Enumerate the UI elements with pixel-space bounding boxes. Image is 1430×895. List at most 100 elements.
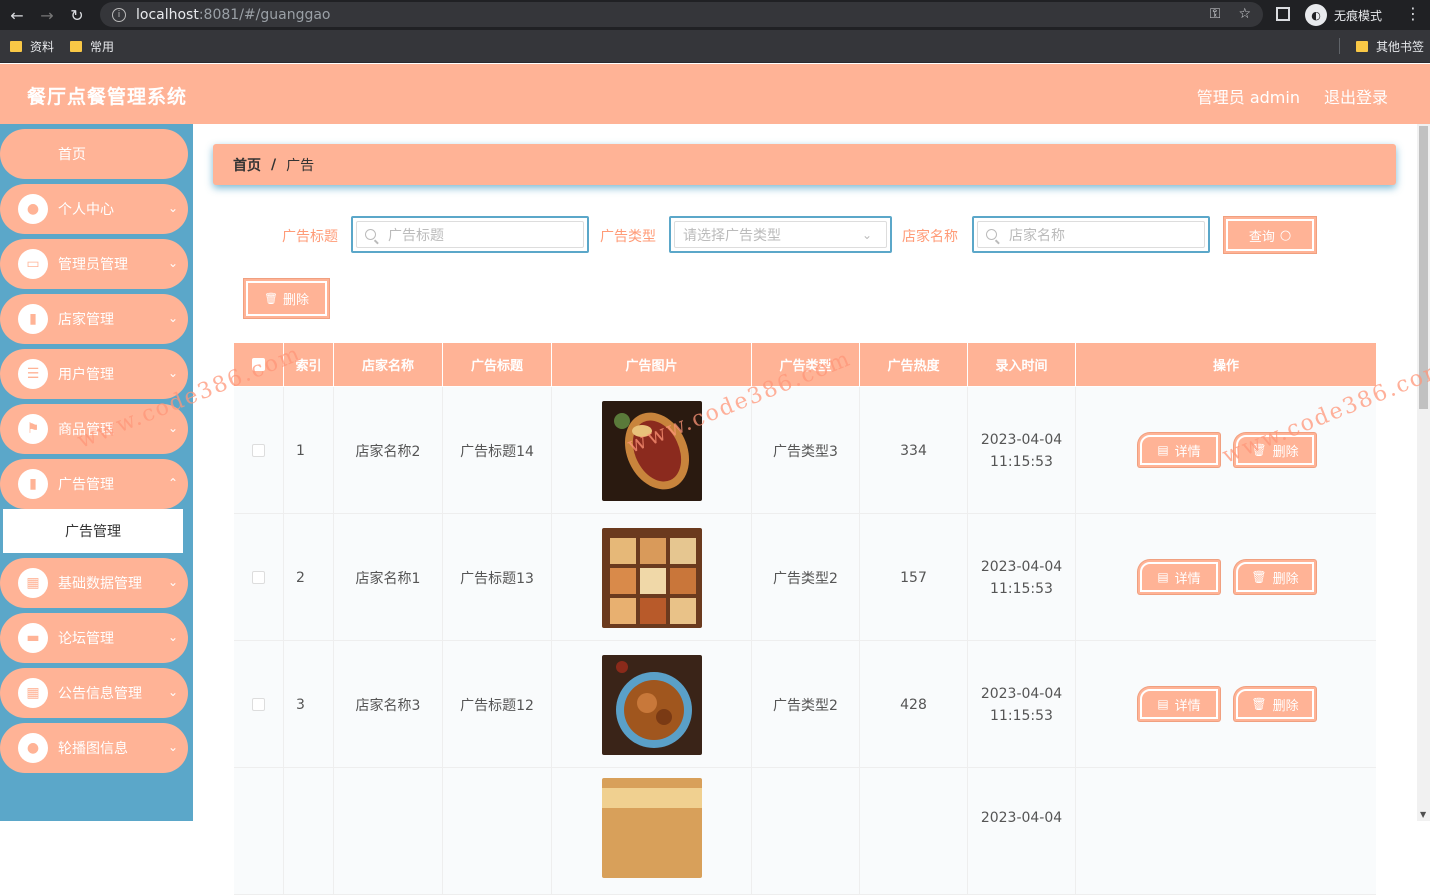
delete-button[interactable]: 🗑 删除 bbox=[1234, 560, 1316, 594]
document-icon: ▤ bbox=[1157, 697, 1169, 711]
clipboard-icon: ▮ bbox=[18, 304, 48, 334]
logout-link[interactable]: 退出登录 bbox=[1324, 84, 1388, 108]
title-cell: 广告标题14 bbox=[443, 387, 552, 514]
key-icon[interactable]: ⚿ bbox=[1210, 6, 1221, 22]
heat-cell: 157 bbox=[860, 514, 968, 641]
title-cell bbox=[443, 768, 552, 895]
sidebar-item-home[interactable]: 首页 bbox=[0, 129, 188, 179]
column-header: 广告类型 bbox=[752, 343, 860, 386]
ad-image bbox=[601, 654, 702, 755]
other-bookmarks[interactable]: 其他书签 bbox=[1355, 38, 1424, 55]
shop-label: 店家名称 bbox=[902, 229, 958, 245]
type-select[interactable]: 请选择广告类型 ⌄ bbox=[669, 216, 892, 253]
shop-search-input[interactable]: 店家名称 bbox=[972, 216, 1210, 253]
chevron-down-icon: ⌄ bbox=[167, 575, 178, 589]
row-checkbox[interactable] bbox=[252, 444, 265, 457]
trash-icon: 🗑 bbox=[1251, 443, 1267, 457]
table-header: 索引 店家名称 广告标题 广告图片 广告类型 广告热度 录入时间 操作 bbox=[234, 343, 1376, 386]
sidebar-item-forum[interactable]: ▬ 论坛管理 ⌄ bbox=[0, 613, 188, 663]
scrollbar-thumb[interactable] bbox=[1419, 126, 1428, 409]
star-icon[interactable]: ☆ bbox=[1238, 6, 1251, 22]
chevron-down-icon: ⌄ bbox=[167, 740, 178, 754]
sidebar-item-carousel[interactable]: ● 轮播图信息 ⌄ bbox=[0, 723, 188, 773]
time-cell: 2023-04-04 11:15:53 bbox=[968, 514, 1076, 641]
index-cell: 2 bbox=[284, 514, 334, 641]
folder-icon bbox=[70, 40, 83, 52]
briefcase-icon: ▬ bbox=[18, 623, 48, 653]
sidebar-item-shops[interactable]: ▮ 店家管理 ⌄ bbox=[0, 294, 188, 344]
breadcrumb-home[interactable]: 首页 bbox=[233, 155, 261, 175]
chevron-down-icon: ⌄ bbox=[167, 256, 178, 270]
time-cell: 2023-04-04 bbox=[968, 768, 1076, 895]
address-bar[interactable]: i localhost:8081/#/guanggao ⚿ ☆ bbox=[100, 2, 1263, 27]
ad-image bbox=[601, 778, 702, 878]
select-all-checkbox[interactable] bbox=[252, 358, 265, 371]
column-header: 操作 bbox=[1212, 359, 1239, 374]
back-icon[interactable]: ← bbox=[4, 2, 30, 28]
column-header: 店家名称 bbox=[334, 343, 443, 386]
title-cell: 广告标题13 bbox=[443, 514, 552, 641]
title-label: 广告标题 bbox=[282, 229, 338, 245]
monitor-icon: ▭ bbox=[18, 249, 48, 279]
page-scrollbar[interactable]: ▼ bbox=[1417, 124, 1430, 821]
table-row: 2023-04-04 bbox=[234, 768, 1376, 895]
ad-image bbox=[601, 527, 702, 628]
actions-cell: ▤ 详情 🗑 删除 bbox=[1076, 514, 1376, 641]
sidebar-item-goods[interactable]: ⚑ 商品管理 ⌄ bbox=[0, 404, 188, 454]
sidebar-item-users[interactable]: ☰ 用户管理 ⌄ bbox=[0, 349, 188, 399]
incognito-icon: ◐ bbox=[1305, 4, 1327, 26]
detail-button[interactable]: ▤ 详情 bbox=[1138, 687, 1220, 721]
heat-cell: 334 bbox=[860, 387, 968, 514]
row-select-cell bbox=[234, 387, 284, 514]
scroll-down-icon[interactable]: ▼ bbox=[1420, 810, 1426, 819]
url-path: :8081/#/guanggao bbox=[198, 6, 331, 23]
chevron-up-icon: ⌃ bbox=[167, 476, 178, 490]
info-icon[interactable]: i bbox=[112, 7, 126, 22]
bookmark-folder[interactable]: 常用 bbox=[70, 38, 114, 55]
bookmark-folder[interactable]: 资料 bbox=[10, 38, 54, 55]
trash-icon: 🗑 bbox=[1251, 697, 1267, 711]
type-cell: 广告类型2 bbox=[752, 641, 860, 768]
sidebar-item-base-data[interactable]: ▦ 基础数据管理 ⌄ bbox=[0, 558, 188, 608]
type-label: 广告类型 bbox=[600, 229, 656, 245]
delete-button[interactable]: 🗑 删除 bbox=[1234, 433, 1316, 467]
detail-button[interactable]: ▤ 详情 bbox=[1138, 433, 1220, 467]
column-header: 广告图片 bbox=[552, 343, 752, 386]
sidebar-item-profile[interactable]: ● 个人中心 ⌄ bbox=[0, 184, 188, 234]
batch-delete-button[interactable]: 🗑 删除 bbox=[244, 279, 329, 318]
url-host: localhost bbox=[136, 6, 199, 23]
folder-icon bbox=[10, 40, 22, 52]
row-select-cell bbox=[234, 514, 284, 641]
title-search-input[interactable]: 广告标题 bbox=[351, 216, 589, 253]
time-cell: 2023-04-04 11:15:53 bbox=[968, 387, 1076, 514]
ad-image bbox=[601, 400, 702, 501]
side-panel-icon[interactable] bbox=[1276, 7, 1290, 21]
sidebar-item-notices[interactable]: ▦ 公告信息管理 ⌄ bbox=[0, 668, 188, 718]
breadcrumb: 首页 / 广告 bbox=[213, 144, 1396, 185]
sidebar: 首页 ● 个人中心 ⌄ ▭ 管理员管理 ⌄ ▮ 店家管理 ⌄ ☰ 用户管理 ⌄ ⚑ 商品管理 ⌄ ▮… bbox=[0, 124, 193, 821]
sidebar-subitem-ads[interactable]: 广告管理 bbox=[3, 509, 183, 553]
heat-cell bbox=[860, 768, 968, 895]
column-header: 索引 bbox=[284, 343, 334, 386]
incognito-indicator[interactable]: ◐ 无痕模式 bbox=[1305, 3, 1382, 27]
search-icon bbox=[365, 229, 376, 240]
trash-icon: 🗑 bbox=[1251, 570, 1267, 584]
forward-icon[interactable]: → bbox=[34, 2, 60, 28]
row-checkbox[interactable] bbox=[252, 571, 265, 584]
actions-cell: ▤ 详情 🗑 删除 bbox=[1076, 387, 1376, 514]
actions-cell: ▤ 详情 🗑 删除 bbox=[1076, 641, 1376, 768]
detail-button[interactable]: ▤ 详情 bbox=[1138, 560, 1220, 594]
select-all-cell bbox=[234, 343, 284, 386]
sidebar-item-admins[interactable]: ▭ 管理员管理 ⌄ bbox=[0, 239, 188, 289]
bookmarks-bar: 资料 常用 其他书签 bbox=[0, 30, 1430, 63]
query-button[interactable]: 查询 ○ bbox=[1224, 217, 1316, 253]
trash-icon: 🗑 bbox=[264, 292, 278, 305]
reload-icon[interactable]: ↻ bbox=[64, 2, 90, 28]
menu-icon[interactable]: ⋮ bbox=[1405, 4, 1421, 23]
chevron-down-icon: ⌄ bbox=[167, 311, 178, 325]
sidebar-item-ads[interactable]: ▮ 广告管理 ⌃ bbox=[0, 459, 188, 509]
row-checkbox[interactable] bbox=[252, 698, 265, 711]
browser-toolbar: ← → ↻ i localhost:8081/#/guanggao ⚿ ☆ ◐ … bbox=[0, 0, 1430, 30]
shop-cell bbox=[334, 768, 443, 895]
delete-button[interactable]: 🗑 删除 bbox=[1234, 687, 1316, 721]
